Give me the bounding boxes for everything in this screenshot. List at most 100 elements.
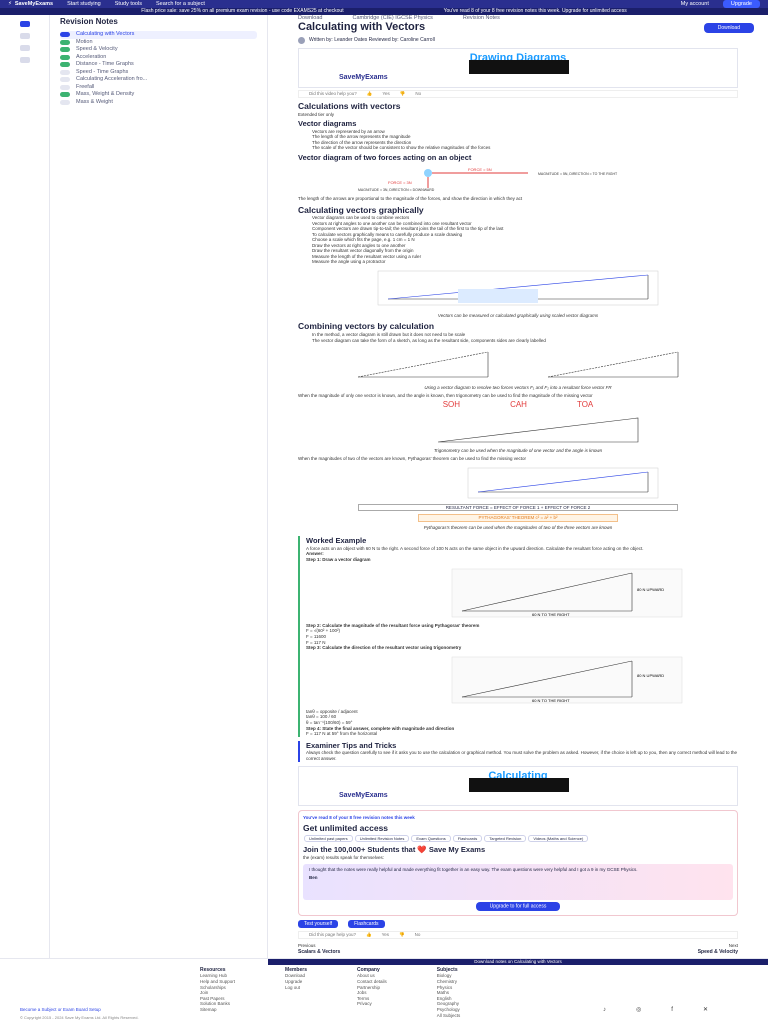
fr [357,351,489,378]
progress-dot-icon [60,84,70,90]
sidebar-item[interactable]: Freefall [60,84,257,92]
instagram-icon[interactable]: ◎ [636,1007,641,1015]
download-button[interactable]: Download [703,23,754,33]
next-link[interactable]: Next Speed & Velocity [698,943,738,955]
video-feedback: Did this video help you? 👍 Yes 👎 No [298,90,738,98]
feature-chips: Unlimited past papers Unlimited Revision … [303,834,733,844]
page-feedback-text: Did this page help you? [309,932,357,938]
soh-label: SOH [442,400,461,410]
vd-bullets: Vectors are represented by an arrow The … [298,129,738,151]
main-content: Download Cambridge (CIE) IGCSE Physics R… [268,15,768,958]
pythagoras-figure [467,467,659,498]
w2-up-label: 80 N UPWARD [637,673,664,678]
footer-link[interactable]: Sitemap [200,1007,235,1013]
promo-left-text[interactable]: Flash price sale: save 25% on all premiu… [141,8,343,14]
heading-combine: Combining vectors by calculation [298,321,435,332]
footer-link[interactable]: Contact details [357,979,387,985]
worked-example: Worked Example A force acts on an object… [298,536,738,737]
questions-icon[interactable] [19,33,30,39]
result-box [458,288,538,303]
no-button[interactable]: No [415,91,421,97]
my-account-link[interactable]: My account [681,1,709,8]
prev-next-nav: Previous Scalars & Vectors Next Speed & Ve… [298,943,738,955]
video-player-2[interactable]: Calculating SaveMyExams [298,765,738,806]
sidebar-item[interactable]: Motion [60,39,257,47]
video2-frame[interactable] [469,777,569,792]
thumbs-down-icon[interactable]: 👎 [399,932,405,938]
sidebar-item[interactable]: Speed & Velocity [60,46,257,54]
step-bullet: Measure the angle using a protractor [312,259,386,265]
progress-dot-icon [60,69,70,75]
sidebar-item[interactable]: Mass, Weight & Density [60,91,257,99]
progress-dot-icon [60,32,70,38]
toa-label: TOA [576,400,594,410]
progress-dot-icon [60,47,70,53]
facebook-icon[interactable]: f [671,1007,673,1015]
test-yourself-button[interactable]: Test yourself [298,919,339,928]
video-frame[interactable] [469,60,569,74]
search-subject-input[interactable]: Search for a subject [156,1,205,8]
cta-read: You've read 8 of your 8 free revision no… [303,814,415,820]
title-row: Calculating with Vectors Download [282,21,754,34]
no-button[interactable]: No [415,932,421,938]
pyth-frame [467,467,659,498]
sidebar-item-label: Mass, Weight & Density [76,91,135,98]
sidebar-list: Calculating with Vectors Motion Speed & Ve… [60,31,257,106]
promo-right-text[interactable]: You've read 8 of your 8 free revision no… [444,8,627,14]
upgrade-cta-button[interactable]: Upgrade to for full access [475,901,561,911]
nav-start-studying[interactable]: Start studying [67,1,101,8]
flashcards-icon[interactable] [19,45,30,51]
sidebar-item-label: Speed & Velocity [76,46,118,53]
article: Calculations with vectors Extended tier … [282,101,754,939]
step-3: Step 3: Calculate the direction of the r… [306,645,462,651]
sidebar-item[interactable]: Distance - Time Graphs [60,61,257,69]
footer-link[interactable]: Psychology [437,1007,461,1013]
thumbs-up-icon[interactable]: 👍 [366,932,372,938]
top-navigation-bar: ⚡ SaveMyExams Start studying Study tools… [0,0,768,9]
sidebar-item[interactable]: Calculating Acceleration fro... [60,76,257,84]
combine-figure [357,351,679,378]
cah-label: CAH [510,400,527,410]
footer-link[interactable]: Help and Support [200,979,235,985]
flashcards-button[interactable]: Flashcards [348,919,385,928]
papers-icon[interactable] [19,57,30,63]
footer-bottom-link[interactable]: Become a Subject or Exam Board Setup [20,1007,101,1013]
author-row: Written by: Leander Oates Reviewed by: C… [282,34,754,46]
sidebar-item[interactable]: Calculating with Vectors [60,31,257,39]
footer-link[interactable]: Log out [285,985,307,991]
x-icon[interactable]: ✕ [703,1007,708,1015]
w1-right-label: 60 N TO THE RIGHT [532,612,570,617]
graphical-vector-figure [377,270,659,305]
nav-study-tools[interactable]: Study tools [115,1,142,8]
worked-diagram-1: 80 N UPWARD 60 N TO THE RIGHT [451,568,683,617]
join-heading: Join the 100,000+ Students that ❤️ Save … [303,845,486,855]
breadcrumb-revision-notes[interactable]: Revision Notes [463,15,500,22]
tiktok-icon[interactable]: ♪ [603,1007,606,1015]
trig-caption: Trigonometry can be used when the magnit… [433,448,603,454]
page-feedback: Did this page help you? 👍 Yes 👎 No [298,931,738,939]
page-title: Calculating with Vectors [298,21,426,34]
notes-icon[interactable] [19,21,30,27]
prev-link[interactable]: Previous Scalars & Vectors [298,943,340,955]
sidebar-item[interactable]: Mass & Weight [60,99,257,107]
sidebar-item[interactable]: Acceleration [60,54,257,62]
footer-link[interactable]: Privacy [357,1001,387,1007]
revision-notes-sidebar: Revision Notes Calculating with Vectors M… [50,15,268,958]
footer-link[interactable]: All Subjects [437,1013,461,1019]
yes-button[interactable]: Yes [382,932,389,938]
download-notes-strip[interactable]: Download notes on Calculating with Vecto… [268,959,768,965]
bolt-icon: ⚡ [8,0,12,7]
sidebar-item[interactable]: Speed - Time Graphs [60,69,257,77]
logo[interactable]: ⚡ SaveMyExams [8,1,53,8]
yes-button[interactable]: Yes [382,91,389,97]
testimonial-author: Ben [309,874,318,880]
thumbs-down-icon[interactable]: 👎 [400,91,406,97]
resultant-box: RESULTANT FORCE = EFFECT OF FORCE 1 + EF… [358,503,678,512]
paywall-card: You've read 8 of your 8 free revision no… [298,809,738,916]
icon-rail [0,15,50,958]
soh-cah-toa: SOH CAH TOA [298,400,738,410]
prev-title: Scalars & Vectors [298,948,341,955]
thumbs-up-icon[interactable]: 👍 [367,91,373,97]
video-player[interactable]: Drawing Diagrams SaveMyExams [298,48,738,88]
footer-link[interactable]: Chemistry [437,979,461,985]
